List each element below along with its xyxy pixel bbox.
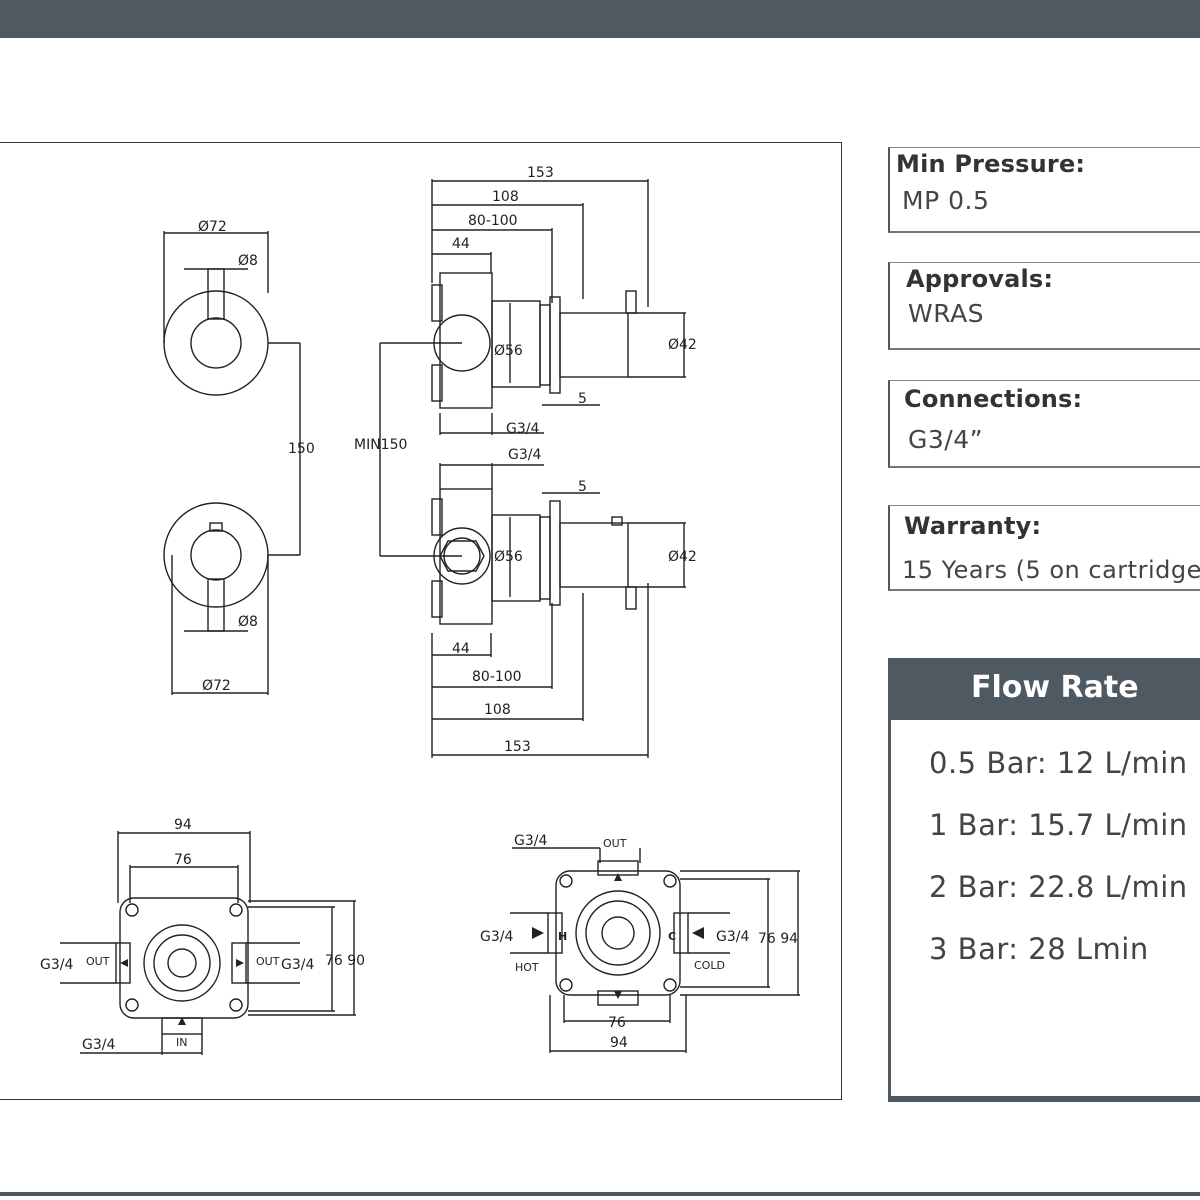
dimension-labels: Ø72 Ø8 150 Ø8 Ø72 153 108 80-100 44 Ø56 …	[40, 165, 798, 1053]
dim-g34-left-left: G3/4	[40, 957, 73, 973]
flow-rate-row: 0.5 Bar: 12 L/min	[929, 746, 1188, 780]
dim-g34-left-right: G3/4	[281, 957, 314, 973]
dim-5-top: 5	[578, 391, 587, 407]
dim-d72-top: Ø72	[198, 219, 227, 235]
spec-approvals: Approvals: WRAS	[888, 262, 1200, 350]
dim-d8-top: Ø8	[238, 253, 258, 269]
dim-g34-hot: G3/4	[480, 929, 513, 945]
flow-rate-title: Flow Rate	[971, 670, 1139, 705]
dim-d8-bottom: Ø8	[238, 614, 258, 630]
flow-rate-row: 3 Bar: 28 Lmin	[929, 932, 1149, 966]
dim-153-bottom: 153	[504, 739, 531, 755]
dim-94-right: 94	[610, 1035, 628, 1051]
arrow-cold-icon	[692, 927, 704, 939]
spec-connections-label: Connections:	[904, 385, 1083, 413]
dim-76-94-right: 76 94	[758, 931, 798, 947]
flow-rate-row: 1 Bar: 15.7 L/min	[929, 808, 1188, 842]
label-out-left: OUT	[86, 955, 110, 968]
dim-5-bottom: 5	[578, 479, 587, 495]
label-out-right: OUT	[256, 955, 280, 968]
spec-min-pressure: Min Pressure: MP 0.5	[888, 147, 1200, 233]
label-out-top: OUT	[603, 837, 627, 850]
label-c: C	[668, 930, 676, 943]
dim-d42-top: Ø42	[668, 337, 697, 353]
dim-76-right: 76	[608, 1015, 626, 1031]
dim-g34-mid: G3/4	[508, 447, 541, 463]
front-view-top	[163, 231, 301, 555]
spec-connections: Connections: G3/4”	[888, 380, 1200, 468]
label-hot: HOT	[515, 961, 539, 974]
spec-approvals-value: WRAS	[908, 299, 985, 328]
dim-80-100-top: 80-100	[468, 213, 518, 229]
bottom-rule	[0, 1192, 1200, 1196]
spec-connections-value: G3/4”	[908, 425, 984, 454]
dim-min150: MIN150	[354, 437, 407, 453]
plan-view-right	[510, 847, 800, 1053]
spec-approvals-label: Approvals:	[906, 265, 1054, 293]
flow-rate-panel: Flow Rate 0.5 Bar: 12 L/min 1 Bar: 15.7 …	[888, 658, 1200, 1102]
dim-g34-top: G3/4	[506, 421, 539, 437]
flow-rate-header: Flow Rate	[891, 658, 1200, 720]
flow-rate-row: 2 Bar: 22.8 L/min	[929, 870, 1188, 904]
top-banner	[0, 0, 1200, 38]
spec-min-pressure-value: MP 0.5	[902, 186, 990, 215]
technical-drawing: Ø72 Ø8 150 Ø8 Ø72 153 108 80-100 44 Ø56 …	[0, 142, 842, 1100]
dim-44-bottom: 44	[452, 641, 470, 657]
drawing-canvas: Ø72 Ø8 150 Ø8 Ø72 153 108 80-100 44 Ø56 …	[40, 165, 800, 1055]
label-h: H	[558, 930, 567, 943]
arrow-out-left-icon	[120, 959, 128, 967]
spec-min-pressure-label: Min Pressure:	[896, 150, 1086, 178]
label-in: IN	[176, 1036, 187, 1049]
spec-warranty: Warranty: 15 Years (5 on cartridges)	[888, 505, 1200, 591]
dim-d72-bottom: Ø72	[202, 678, 231, 694]
dim-d56-bottom: Ø56	[494, 549, 523, 565]
dim-44-top: 44	[452, 236, 470, 252]
dim-94-left: 94	[174, 817, 192, 833]
dim-d56-top: Ø56	[494, 343, 523, 359]
front-view-bottom	[163, 502, 300, 695]
spec-warranty-label: Warranty:	[904, 512, 1042, 540]
dim-80-100-bottom: 80-100	[472, 669, 522, 685]
side-view-bottom	[431, 463, 686, 758]
arrow-out-top-icon	[614, 873, 622, 881]
dim-108-bottom: 108	[484, 702, 511, 718]
dim-76-90-left: 76 90	[325, 953, 365, 969]
dim-g34-right-top: G3/4	[514, 833, 547, 849]
dim-150: 150	[288, 441, 315, 457]
dim-153-top: 153	[527, 165, 554, 181]
dim-g34-cold: G3/4	[716, 929, 749, 945]
dim-76-left: 76	[174, 852, 192, 868]
dim-g34-left-bottom: G3/4	[82, 1037, 115, 1053]
spec-warranty-value: 15 Years (5 on cartridges)	[902, 556, 1200, 584]
dim-d42-bottom: Ø42	[668, 549, 697, 565]
dim-108-top: 108	[492, 189, 519, 205]
arrow-out-right-icon	[236, 959, 244, 967]
arrow-hot-icon	[532, 927, 544, 939]
label-cold: COLD	[694, 959, 725, 972]
plan-view-left	[60, 831, 356, 1055]
